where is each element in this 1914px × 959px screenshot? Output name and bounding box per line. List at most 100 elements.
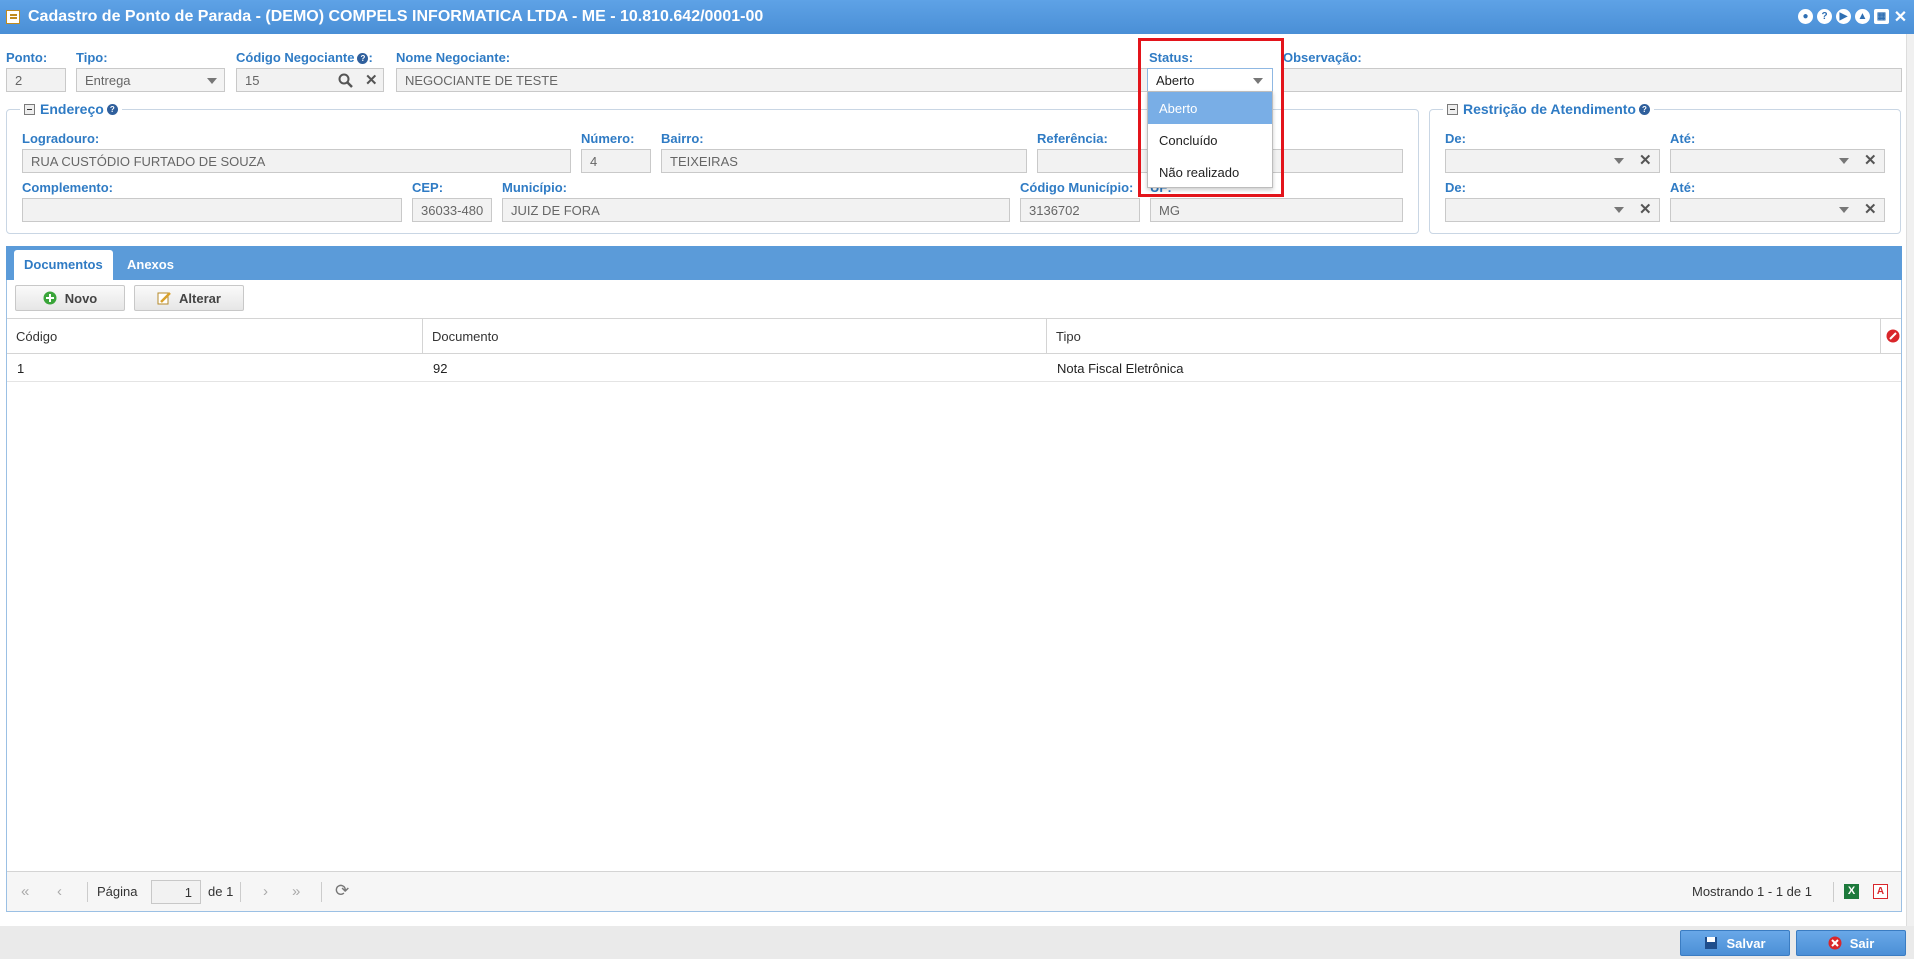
cep-field[interactable]: 36033-480 [412, 198, 492, 222]
chevron-down-icon[interactable] [1614, 207, 1624, 213]
close-icon[interactable]: ✕ [1893, 9, 1908, 26]
grid-header: Código Documento Tipo [7, 318, 1901, 354]
window-controls: ● ? ▶ ▲ ▦ ✕ [1798, 9, 1908, 26]
ate-time-select[interactable] [1670, 198, 1885, 222]
chevron-down-icon[interactable] [207, 78, 217, 84]
excel-export-icon[interactable]: X [1844, 884, 1859, 899]
codigo-negociante-label-text: Código Negociante [236, 50, 355, 65]
observacao-label: Observação: [1283, 50, 1362, 65]
help-icon[interactable]: ? [106, 103, 118, 115]
chevron-down-icon[interactable] [1839, 207, 1849, 213]
highlight-box [1138, 38, 1284, 197]
nome-negociante-label: Nome Negociante: [396, 50, 511, 65]
tab-bar: Documentos Anexos [6, 246, 1902, 280]
alterar-button[interactable]: Alterar [134, 285, 244, 311]
tipo-value: Entrega [85, 73, 131, 88]
clear-filter-icon[interactable] [1886, 329, 1900, 343]
bairro-field[interactable]: TEIXEIRAS [661, 149, 1027, 173]
ate-label: Até: [1670, 180, 1696, 195]
ate-time-select[interactable] [1670, 149, 1885, 173]
nome-negociante-field[interactable]: NEGOCIANTE DE TESTE [396, 68, 1156, 92]
de-time-select[interactable] [1445, 198, 1660, 222]
codigo-municipio-field[interactable]: 3136702 [1020, 198, 1140, 222]
clear-icon[interactable]: ✕ [1639, 153, 1652, 168]
title-bar: Cadastro de Ponto de Parada - (DEMO) COM… [0, 0, 1914, 34]
complemento-label: Complemento: [22, 180, 113, 195]
help-icon[interactable]: ? [1638, 103, 1650, 115]
pdf-export-icon[interactable]: A [1873, 884, 1888, 899]
collapse-icon[interactable] [24, 103, 35, 115]
salvar-label: Salvar [1726, 935, 1766, 951]
refresh-icon[interactable]: ⟳ [335, 881, 349, 901]
tipo-label: Tipo: [76, 50, 108, 65]
restricao-legend-text: Restrição de Atendimento [1463, 101, 1636, 117]
restricao-legend: Restrição de Atendimento ? [1443, 101, 1654, 117]
scrollbar[interactable] [1906, 34, 1914, 926]
logradouro-label: Logradouro: [22, 131, 100, 146]
ponto-field[interactable]: 2 [6, 68, 66, 92]
referencia-label: Referência: [1037, 131, 1108, 146]
page-label: Página [97, 884, 138, 899]
bairro-label: Bairro: [661, 131, 704, 146]
cell-codigo: 1 [17, 361, 25, 376]
alterar-label: Alterar [179, 290, 221, 306]
record-icon[interactable]: ● [1798, 9, 1813, 24]
cell-documento: 92 [433, 361, 448, 376]
numero-field[interactable]: 4 [581, 149, 651, 173]
tab-documentos[interactable]: Documentos [14, 250, 113, 280]
table-row[interactable]: 1 92 Nota Fiscal Eletrônica [7, 354, 1901, 382]
cell-tipo: Nota Fiscal Eletrônica [1057, 361, 1184, 376]
logradouro-field[interactable]: RUA CUSTÓDIO FURTADO DE SOUZA [22, 149, 571, 173]
exit-icon [1828, 936, 1842, 950]
municipio-field[interactable]: JUIZ DE FORA [502, 198, 1010, 222]
add-icon [43, 291, 57, 305]
next-page-icon[interactable]: › [263, 883, 268, 900]
tipo-select[interactable]: Entrega [76, 68, 225, 92]
chevron-down-icon[interactable] [1839, 158, 1849, 164]
window: Cadastro de Ponto de Parada - (DEMO) COM… [0, 0, 1914, 959]
column-header-codigo[interactable]: Código [7, 319, 423, 353]
play-icon[interactable]: ▶ [1836, 9, 1851, 24]
sair-button[interactable]: Sair [1796, 930, 1906, 956]
search-icon[interactable] [338, 73, 353, 88]
separator [1833, 882, 1834, 902]
clear-icon[interactable]: ✕ [1639, 202, 1652, 217]
tab-anexos[interactable]: Anexos [117, 250, 184, 280]
de-time-select[interactable] [1445, 149, 1660, 173]
help-icon[interactable]: ? [1817, 9, 1832, 24]
clear-icon[interactable]: ✕ [365, 73, 378, 88]
separator [87, 882, 88, 902]
observacao-field[interactable] [1283, 68, 1902, 92]
column-header-documento[interactable]: Documento [423, 319, 1047, 353]
save-icon [1705, 937, 1718, 949]
page-of: de 1 [208, 884, 234, 899]
help-icon[interactable]: ? [357, 53, 369, 64]
de-label: De: [1445, 180, 1466, 195]
ponto-label: Ponto: [6, 50, 48, 65]
complemento-field[interactable] [22, 198, 402, 222]
footer-bar: Salvar Sair [0, 926, 1914, 959]
separator [321, 882, 322, 902]
municipio-label: Município: [502, 180, 567, 195]
salvar-button[interactable]: Salvar [1680, 930, 1790, 956]
chevron-down-icon[interactable] [1614, 158, 1624, 164]
clear-icon[interactable]: ✕ [1864, 153, 1877, 168]
novo-button[interactable]: Novo [15, 285, 125, 311]
user-icon[interactable]: ▲ [1855, 9, 1870, 24]
collapse-icon[interactable] [1447, 103, 1458, 115]
column-header-tipo[interactable]: Tipo [1047, 319, 1881, 353]
codigo-negociante-field[interactable]: 15 [236, 68, 384, 92]
prev-page-icon[interactable]: ‹ [57, 883, 62, 900]
numero-label: Número: [581, 131, 635, 146]
last-page-icon[interactable]: » [292, 883, 300, 900]
pagination-bar: « ‹ Página 1 de 1 › » ⟳ Mostrando 1 - 1 … [7, 871, 1901, 911]
sair-label: Sair [1849, 935, 1875, 951]
endereco-legend-text: Endereço [40, 101, 104, 117]
calendar-icon[interactable]: ▦ [1874, 9, 1889, 24]
page-input[interactable]: 1 [151, 880, 201, 904]
uf-field[interactable]: MG [1150, 198, 1403, 222]
clear-icon[interactable]: ✕ [1864, 202, 1877, 217]
first-page-icon[interactable]: « [21, 883, 29, 900]
pager-summary: Mostrando 1 - 1 de 1 [1692, 884, 1812, 899]
codigo-negociante-label: Código Negociante?: [236, 50, 373, 65]
